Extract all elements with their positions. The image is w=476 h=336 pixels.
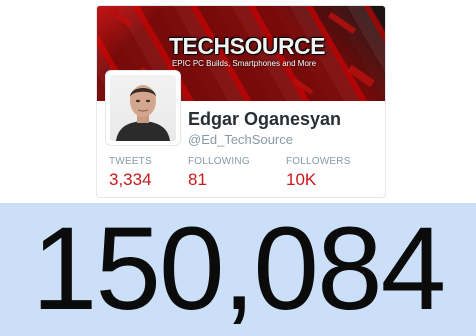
banner-brand-subtitle: EPIC PC Builds, Smartphones and More (171, 59, 317, 68)
stat-tweets-label: TWEETS (109, 156, 152, 167)
stat-following-label: FOLLOWING (188, 156, 250, 167)
stat-followers-value: 10K (286, 170, 317, 189)
counter-panel: 150,084 (0, 203, 476, 336)
stat-following-value: 81 (188, 170, 207, 189)
person-photo-icon (110, 75, 176, 141)
stat-tweets[interactable]: TWEETS 3,334 (109, 156, 152, 190)
banner-shard-decoration (292, 78, 314, 95)
avatar[interactable] (105, 70, 181, 146)
banner-shard-decoration (347, 64, 375, 88)
counter-value: 150,084 (31, 203, 447, 335)
banner-shard-decoration (327, 11, 357, 35)
profile-handle[interactable]: @Ed_TechSource (188, 132, 293, 147)
profile-card: TECHSOURCE EPIC PC Builds, Smartphones a… (96, 5, 386, 198)
stat-followers-label: FOLLOWERS (286, 156, 351, 167)
stat-following[interactable]: FOLLOWING 81 (188, 156, 250, 190)
banner-shard-decoration (107, 7, 133, 27)
banner-brand-title: TECHSOURCE (169, 33, 326, 59)
stat-tweets-value: 3,334 (109, 170, 152, 189)
stat-followers[interactable]: FOLLOWERS 10K (286, 156, 351, 190)
profile-name[interactable]: Edgar Oganesyan (188, 109, 341, 130)
